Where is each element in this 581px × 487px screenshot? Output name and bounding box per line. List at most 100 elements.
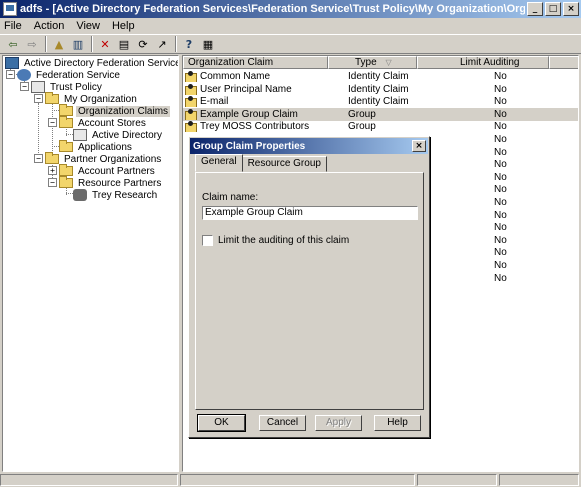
claim-name-cell: User Principal Name [183, 83, 328, 95]
limit-auditing-checkbox[interactable] [202, 235, 213, 246]
tree-item-trey-research[interactable]: Trey Research [73, 189, 159, 201]
export-list-icon[interactable]: ↗ [153, 36, 171, 52]
back-icon[interactable]: ⇦ [4, 36, 22, 52]
minimize-button[interactable]: _ [527, 2, 543, 16]
table-row[interactable]: User Principal Name Identity Claim No [183, 83, 578, 96]
collapse-icon[interactable]: − [48, 118, 57, 127]
claim-icon [185, 121, 198, 133]
dialog-close-button[interactable]: × [412, 140, 426, 152]
menu-view[interactable]: View [76, 20, 100, 32]
tree-line [38, 103, 39, 157]
claim-type-cell: Group [348, 121, 376, 133]
limit-auditing-cell: No [494, 146, 507, 158]
apply-button[interactable]: Apply [315, 415, 362, 431]
dialog-title: Group Claim Properties [193, 140, 306, 152]
help-button[interactable]: Help [374, 415, 421, 431]
claim-name-cell: Trey MOSS Contributors [183, 121, 328, 133]
store-icon [73, 129, 87, 141]
status-pane [499, 474, 579, 486]
tab-resource-group[interactable]: Resource Group [241, 156, 327, 172]
root-icon [5, 57, 19, 69]
tree-item-account-stores[interactable]: Account Stores [59, 116, 148, 129]
tree-item-organization-claims[interactable]: Organization Claims [59, 104, 171, 117]
tree-item-resource-partners[interactable]: Resource Partners [59, 176, 163, 189]
toolbar-separator [91, 36, 93, 52]
claim-type-cell: Identity Claim [348, 83, 409, 95]
limit-auditing-cell: No [494, 222, 507, 234]
group-claim-properties-dialog: Group Claim Properties × General Resourc… [188, 136, 430, 438]
limit-auditing-cell: No [494, 159, 507, 171]
menu-action[interactable]: Action [34, 20, 65, 32]
show-hide-tree-icon[interactable]: ▥ [69, 36, 87, 52]
column-limit-auditing[interactable]: Limit Auditing [417, 56, 549, 69]
up-one-level-icon[interactable]: ▲ [50, 36, 68, 52]
limit-auditing-cell: No [494, 272, 507, 284]
tab-general[interactable]: General [195, 154, 243, 172]
menu-file[interactable]: File [4, 20, 22, 32]
claim-name-text: E-mail [200, 96, 229, 108]
console-tree[interactable]: Active Directory Federation Services − F… [2, 55, 179, 472]
tree-item-adfs[interactable]: Active Directory Federation Services [5, 57, 178, 69]
partner-icon [73, 189, 87, 201]
limit-auditing-cell: No [494, 209, 507, 221]
tree-item-trust-policy[interactable]: Trust Policy [31, 81, 104, 93]
refresh-icon[interactable]: ⟳ [134, 36, 152, 52]
table-row[interactable]: E-mail Identity Claim No [183, 95, 578, 108]
claim-name-cell: Example Group Claim [183, 108, 328, 120]
status-bar [0, 474, 581, 487]
general-tab-panel: Claim name: Example Group Claim Limit th… [195, 172, 424, 410]
table-row[interactable]: Common Name Identity Claim No [183, 70, 578, 83]
properties-icon[interactable]: ▤ [115, 36, 133, 52]
claim-icon [185, 108, 198, 120]
toolbar-separator [45, 36, 47, 52]
collapse-icon[interactable]: − [34, 94, 43, 103]
table-row[interactable]: Example Group Claim Group No [183, 107, 578, 121]
help-icon[interactable]: ? [180, 36, 198, 52]
view-icon[interactable]: ▦ [199, 36, 217, 52]
collapse-icon[interactable]: − [6, 70, 15, 79]
app-icon[interactable] [3, 2, 17, 16]
cancel-button[interactable]: Cancel [259, 415, 306, 431]
column-type[interactable]: Type ▽ [328, 56, 417, 69]
tree-item-account-partners[interactable]: Account Partners [59, 164, 157, 177]
menu-help[interactable]: Help [112, 20, 135, 32]
tree-item-applications[interactable]: Applications [59, 140, 134, 153]
close-button[interactable]: × [563, 2, 579, 16]
ok-button[interactable]: OK [197, 414, 246, 432]
forward-icon[interactable]: ⇨ [23, 36, 41, 52]
claim-name-text: Common Name [200, 71, 271, 83]
folder-icon [45, 92, 59, 104]
tree-item-federation-service[interactable]: Federation Service [17, 69, 122, 81]
expand-icon[interactable]: + [48, 166, 57, 175]
limit-auditing-cell: No [494, 121, 507, 133]
status-pane [180, 474, 415, 486]
limit-auditing-cell: No [494, 108, 507, 120]
tree-item-active-directory[interactable]: Active Directory [73, 129, 164, 141]
limit-auditing-cell: No [494, 96, 507, 108]
maximize-button[interactable]: □ [545, 2, 561, 16]
dialog-tabs: General Resource Group [195, 154, 327, 172]
claim-name-cell: E-mail [183, 96, 328, 108]
table-row[interactable]: Trey MOSS Contributors Group No [183, 120, 578, 133]
claim-type-cell: Identity Claim [348, 96, 409, 108]
collapse-icon[interactable]: − [20, 82, 29, 91]
collapse-icon[interactable]: − [34, 154, 43, 163]
policy-icon [31, 81, 45, 93]
folder-icon [59, 176, 73, 188]
column-organization-claim[interactable]: Organization Claim [183, 56, 328, 69]
folder-icon [59, 116, 73, 128]
claim-name-cell: Common Name [183, 70, 328, 83]
claim-name-text: Trey MOSS Contributors [200, 121, 310, 133]
collapse-icon[interactable]: − [48, 178, 57, 187]
toolbar-separator [175, 36, 177, 52]
limit-auditing-label: Limit the auditing of this claim [218, 235, 350, 246]
claim-name-input[interactable]: Example Group Claim [202, 206, 418, 220]
delete-icon[interactable]: ✕ [96, 36, 114, 52]
limit-auditing-cell: No [494, 171, 507, 183]
limit-auditing-cell: No [494, 197, 507, 208]
column-type-label: Type [355, 57, 377, 68]
menu-bar: File Action View Help [0, 18, 581, 34]
limit-auditing-cell: No [494, 83, 507, 95]
claim-icon [185, 96, 198, 108]
limit-auditing-checkbox-row[interactable]: Limit the auditing of this claim [202, 235, 349, 246]
